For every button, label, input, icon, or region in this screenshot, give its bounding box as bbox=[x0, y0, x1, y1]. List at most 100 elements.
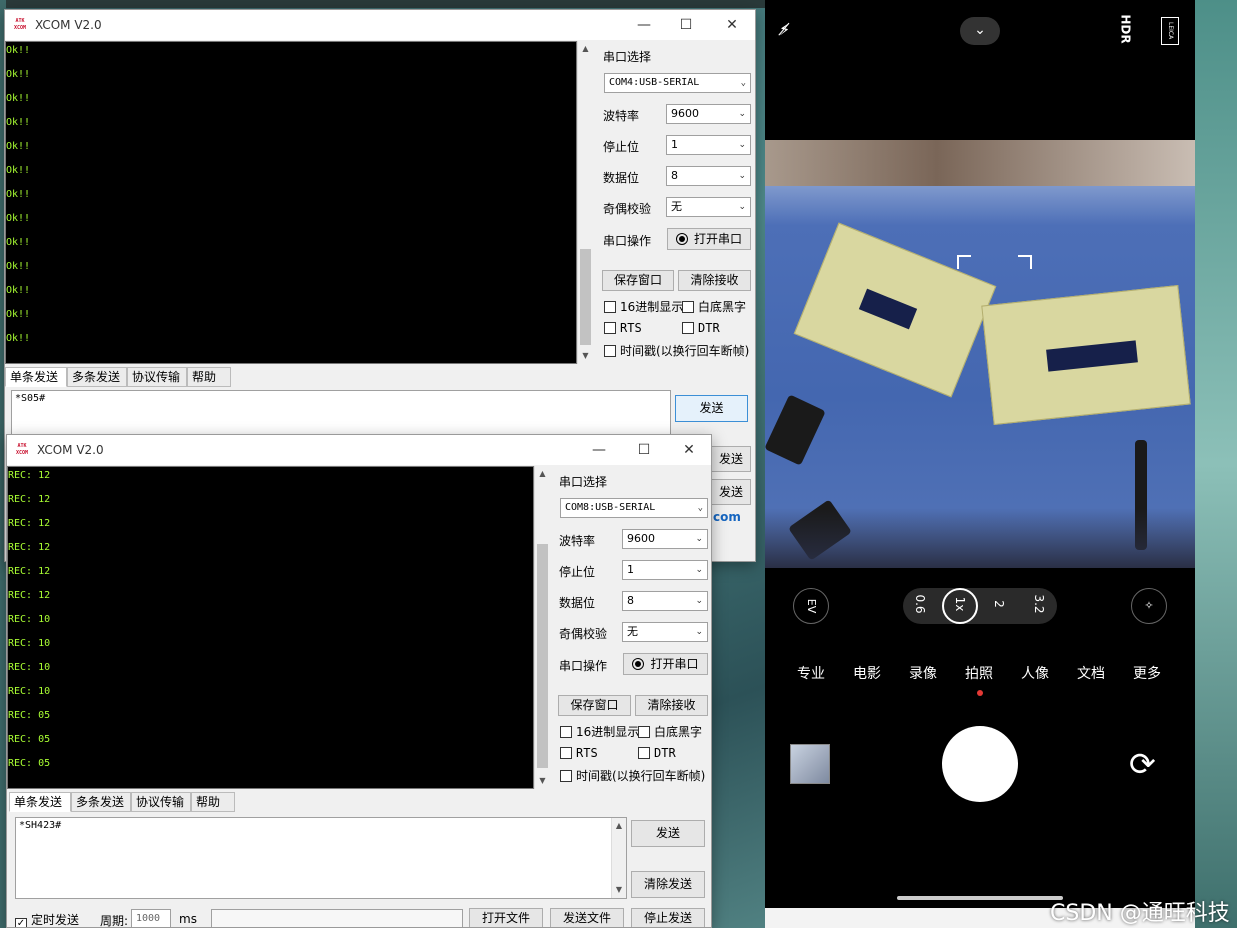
tab-protocol[interactable]: 协议传输 bbox=[127, 367, 187, 387]
zoom-3-2[interactable]: 3.2 bbox=[1032, 592, 1046, 616]
tab-multi-send[interactable]: 多条发送 bbox=[71, 792, 131, 812]
close-icon[interactable]: ✕ bbox=[678, 440, 700, 460]
parity-select[interactable]: 无 ⌄ bbox=[622, 622, 708, 642]
tab-single-send[interactable]: 单条发送 bbox=[9, 792, 71, 812]
checkbox-box[interactable] bbox=[682, 322, 694, 334]
data-bits-select[interactable]: 8 ⌄ bbox=[622, 591, 708, 611]
rts-checkbox[interactable]: RTS bbox=[604, 321, 642, 335]
receive-scrollbar[interactable]: ▲ ▼ bbox=[577, 41, 593, 364]
scroll-down-icon[interactable]: ▼ bbox=[578, 348, 593, 364]
save-window-button[interactable]: 保存窗口 bbox=[558, 695, 631, 716]
checkbox-box[interactable] bbox=[682, 301, 694, 313]
flash-off-icon[interactable]: ⚡̸ bbox=[779, 20, 790, 39]
checkbox-box[interactable] bbox=[638, 747, 650, 759]
zoom-2[interactable]: 2 bbox=[992, 592, 1006, 616]
baud-select[interactable]: 9600 ⌄ bbox=[666, 104, 751, 124]
dtr-checkbox[interactable]: DTR bbox=[638, 746, 676, 760]
switch-camera-icon[interactable]: ⟳ bbox=[1129, 745, 1156, 783]
checkbox-box[interactable] bbox=[604, 345, 616, 357]
baud-select[interactable]: 9600 ⌄ bbox=[622, 529, 708, 549]
send-input[interactable]: *SH423# bbox=[15, 817, 627, 899]
mode-document[interactable]: 文档 bbox=[1077, 663, 1105, 683]
mode-more[interactable]: 更多 bbox=[1133, 663, 1161, 683]
checkbox-box[interactable] bbox=[638, 726, 650, 738]
mode-video[interactable]: 录像 bbox=[909, 663, 937, 683]
mode-movie[interactable]: 电影 bbox=[853, 663, 881, 683]
send-button[interactable]: 发送 bbox=[631, 820, 705, 847]
ev-button[interactable]: EV bbox=[793, 588, 829, 624]
shutter-button[interactable] bbox=[942, 726, 1018, 802]
dtr-checkbox[interactable]: DTR bbox=[682, 321, 720, 335]
timestamp-checkbox[interactable]: 时间戳(以换行回车断帧) bbox=[560, 767, 705, 784]
scroll-down-icon[interactable]: ▼ bbox=[612, 882, 626, 898]
close-icon[interactable]: ✕ bbox=[721, 15, 743, 35]
scroll-up-icon[interactable]: ▲ bbox=[578, 41, 593, 57]
tab-help[interactable]: 帮助 bbox=[187, 367, 231, 387]
checkbox-box[interactable] bbox=[560, 726, 572, 738]
port-select[interactable]: COM8:USB-SERIAL ⌄ bbox=[560, 498, 708, 518]
send-button-partial[interactable]: 发送 bbox=[711, 446, 751, 472]
file-path-input[interactable] bbox=[211, 909, 463, 927]
scroll-up-icon[interactable]: ▲ bbox=[612, 818, 626, 834]
tab-help[interactable]: 帮助 bbox=[191, 792, 235, 812]
scroll-up-icon[interactable]: ▲ bbox=[535, 466, 550, 482]
save-window-button[interactable]: 保存窗口 bbox=[602, 270, 674, 291]
hex-display-checkbox[interactable]: 16进制显示 bbox=[604, 298, 683, 315]
minimize-icon[interactable]: — bbox=[633, 15, 655, 35]
send-input[interactable]: *S05# bbox=[11, 390, 671, 440]
hex-display-checkbox[interactable]: 16进制显示 bbox=[560, 723, 639, 740]
gallery-thumbnail[interactable] bbox=[790, 744, 830, 784]
data-bits-select[interactable]: 8 ⌄ bbox=[666, 166, 751, 186]
send-button[interactable]: 发送 bbox=[675, 395, 748, 422]
mode-pro[interactable]: 专业 bbox=[797, 663, 825, 683]
url-link[interactable]: com bbox=[713, 510, 741, 524]
receive-scrollbar[interactable]: ▲ ▼ bbox=[534, 466, 550, 789]
timestamp-checkbox[interactable]: 时间戳(以换行回车断帧) bbox=[604, 342, 749, 359]
clear-send-button[interactable]: 清除发送 bbox=[631, 871, 705, 898]
open-port-button[interactable]: 打开串口 bbox=[667, 228, 751, 250]
clear-receive-button[interactable]: 清除接收 bbox=[678, 270, 751, 291]
home-indicator[interactable] bbox=[897, 896, 1063, 900]
stop-bits-select[interactable]: 1 ⌄ bbox=[622, 560, 708, 580]
send-file-button[interactable]: 发送文件 bbox=[550, 908, 624, 927]
minimize-icon[interactable]: — bbox=[588, 440, 610, 460]
timed-send-checkbox[interactable]: ✓ 定时发送 bbox=[15, 911, 79, 927]
receive-area[interactable]: Ok!! Ok!! Ok!! Ok!! Ok!! Ok!! Ok!! Ok!! Ok!! Ok!!… bbox=[5, 41, 577, 364]
stop-bits-select[interactable]: 1 ⌄ bbox=[666, 135, 751, 155]
mode-photo[interactable]: 拍照 bbox=[965, 663, 993, 683]
zoom-1x[interactable]: 1x bbox=[953, 592, 967, 616]
tab-multi-send[interactable]: 多条发送 bbox=[67, 367, 127, 387]
collapse-chevron-button[interactable]: ⌄ bbox=[960, 17, 1000, 45]
parity-select[interactable]: 无 ⌄ bbox=[666, 197, 751, 217]
period-input[interactable]: 1000 bbox=[131, 909, 171, 927]
receive-area[interactable]: REC: 12 REC: 12 REC: 12 REC: 12 REC: 12 REC: … bbox=[7, 466, 534, 789]
leica-logo-icon[interactable]: LEICA bbox=[1161, 17, 1179, 45]
port-select[interactable]: COM4:USB-SERIAL ⌄ bbox=[604, 73, 751, 93]
title-bar[interactable]: ATK XCOM XCOM V2.0 — ☐ ✕ bbox=[5, 10, 755, 40]
checkbox-box[interactable]: ✓ bbox=[15, 918, 27, 927]
tab-single-send[interactable]: 单条发送 bbox=[5, 367, 67, 387]
scroll-down-icon[interactable]: ▼ bbox=[535, 773, 550, 789]
scroll-thumb[interactable] bbox=[580, 249, 591, 345]
open-file-button[interactable]: 打开文件 bbox=[469, 908, 543, 927]
clear-receive-button[interactable]: 清除接收 bbox=[635, 695, 708, 716]
checkbox-box[interactable] bbox=[604, 301, 616, 313]
title-bar[interactable]: ATK XCOM XCOM V2.0 — ☐ ✕ bbox=[7, 435, 711, 465]
zoom-0-6[interactable]: 0.6 bbox=[913, 592, 927, 616]
clear-send-button-partial[interactable]: 发送 bbox=[711, 479, 751, 505]
checkbox-box[interactable] bbox=[560, 747, 572, 759]
maximize-icon[interactable]: ☐ bbox=[675, 15, 697, 35]
checkbox-box[interactable] bbox=[604, 322, 616, 334]
open-port-button[interactable]: 打开串口 bbox=[623, 653, 708, 675]
scroll-thumb[interactable] bbox=[537, 544, 548, 768]
mode-portrait[interactable]: 人像 bbox=[1021, 663, 1049, 683]
maximize-icon[interactable]: ☐ bbox=[633, 440, 655, 460]
checkbox-box[interactable] bbox=[560, 770, 572, 782]
stop-send-button[interactable]: 停止发送 bbox=[631, 908, 705, 927]
rts-checkbox[interactable]: RTS bbox=[560, 746, 598, 760]
send-scrollbar[interactable]: ▲ ▼ bbox=[611, 818, 626, 898]
filter-button[interactable]: ✧ bbox=[1131, 588, 1167, 624]
white-bg-checkbox[interactable]: 白底黑字 bbox=[638, 723, 702, 740]
camera-viewfinder[interactable] bbox=[765, 140, 1195, 568]
hdr-button[interactable]: HDR bbox=[1119, 14, 1133, 43]
